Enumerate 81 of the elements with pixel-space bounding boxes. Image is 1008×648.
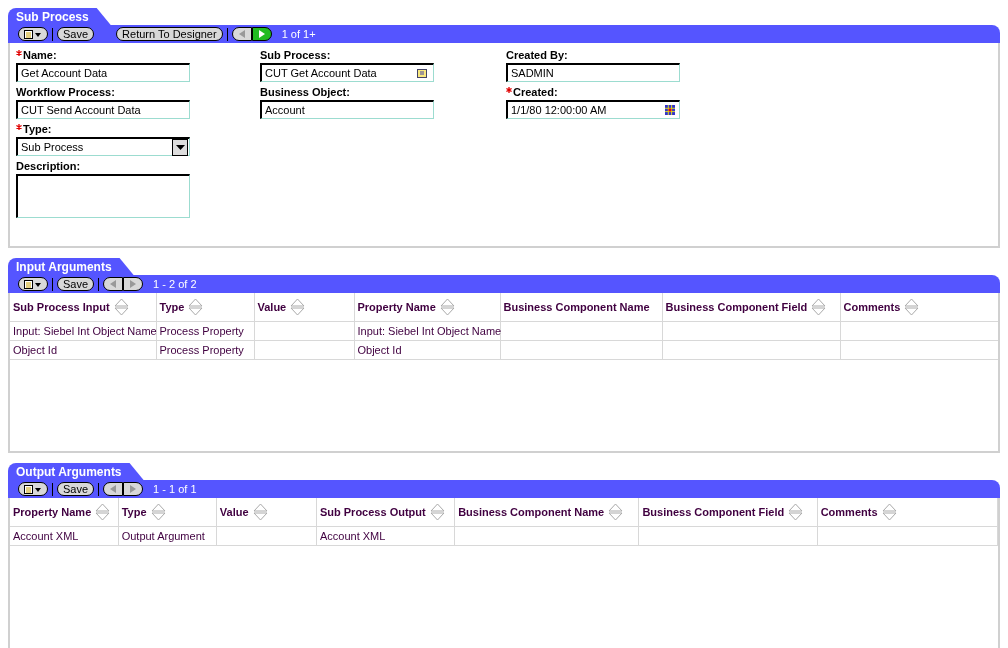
text-field[interactable]: SADMIN <box>506 63 680 82</box>
dropdown-field[interactable]: Sub Process <box>16 137 190 156</box>
section-tab[interactable]: Sub Process <box>8 8 111 25</box>
table-cell: Object Id <box>354 340 500 360</box>
record-count: 1 - 2 of 2 <box>153 278 197 290</box>
sort-icon[interactable] <box>429 503 445 521</box>
text-field[interactable]: Get Account Data <box>16 63 190 82</box>
toolbar-button[interactable]: Save <box>57 27 95 41</box>
calendar-icon[interactable] <box>665 105 675 115</box>
field-label: Sub Process: <box>260 49 331 61</box>
field-label: Type: <box>23 123 52 135</box>
sort-icon[interactable] <box>439 298 455 316</box>
section-tab[interactable]: Output Arguments <box>8 463 144 480</box>
column-header[interactable]: Sub Process Input <box>13 301 110 313</box>
pick-list-icon[interactable] <box>417 68 427 78</box>
sort-icon[interactable] <box>881 503 897 521</box>
sort-icon[interactable] <box>113 298 129 316</box>
left-arrow-icon <box>110 485 117 493</box>
record-count: 1 of 1+ <box>281 28 316 40</box>
section-tab[interactable]: Input Arguments <box>8 258 134 275</box>
column-header[interactable]: Comments <box>820 506 878 518</box>
column-header[interactable]: Value <box>257 301 287 313</box>
sort-icon[interactable] <box>788 503 804 521</box>
column-header[interactable]: Business Component Field <box>665 301 808 313</box>
table-cell: Object Id <box>10 340 156 360</box>
caret-icon <box>175 144 185 150</box>
right-arrow-icon <box>258 30 265 38</box>
left-arrow-icon <box>238 30 245 38</box>
sort-icon[interactable] <box>811 298 827 316</box>
text-field[interactable]: CUT Send Account Data <box>16 100 190 119</box>
column-header[interactable]: Business Component Name <box>503 301 650 313</box>
sort-icon[interactable] <box>904 298 920 316</box>
column-header[interactable]: Business Component Name <box>458 506 605 518</box>
field-label: Name: <box>23 49 57 61</box>
text-field[interactable]: Account <box>260 100 434 119</box>
field-label: Created: <box>513 86 558 98</box>
right-arrow-icon <box>130 485 137 493</box>
field-label: Business Object: <box>260 86 350 98</box>
menu-button[interactable] <box>18 482 48 496</box>
menu-icon <box>24 484 42 494</box>
table-cell: Process Property <box>156 340 254 360</box>
description-field[interactable] <box>16 174 190 218</box>
menu-icon <box>24 279 42 289</box>
sort-icon[interactable] <box>252 503 268 521</box>
toolbar-button[interactable]: Save <box>57 482 95 496</box>
column-header[interactable]: Property Name <box>13 506 92 518</box>
field-label: Description: <box>16 160 81 172</box>
field-label: Created By: <box>506 49 568 61</box>
sort-icon[interactable] <box>608 503 624 521</box>
field-label: Workflow Process: <box>16 86 115 98</box>
sort-icon[interactable] <box>188 298 204 316</box>
toolbar-button[interactable]: Return To Designer <box>116 27 223 41</box>
table-cell: Output Argument <box>118 526 217 546</box>
toolbar-button[interactable]: Save <box>57 277 95 291</box>
column-header[interactable]: Comments <box>843 301 901 313</box>
menu-button[interactable] <box>18 277 48 291</box>
column-header[interactable]: Sub Process Output <box>319 506 426 518</box>
table-cell: Input: Siebel Int Object Name <box>354 321 500 341</box>
column-header[interactable]: Type <box>121 506 147 518</box>
column-header[interactable]: Type <box>159 301 185 313</box>
date-field[interactable]: 1/1/80 12:00:00 AM <box>506 100 680 119</box>
required-asterisk-icon <box>16 124 22 130</box>
next-button[interactable] <box>251 27 272 41</box>
required-asterisk-icon <box>506 87 512 93</box>
sort-icon[interactable] <box>290 298 306 316</box>
column-header[interactable]: Business Component Field <box>642 506 785 518</box>
right-arrow-icon <box>130 280 137 288</box>
left-arrow-icon <box>110 280 117 288</box>
pick-field[interactable]: CUT Get Account Data <box>260 63 434 82</box>
required-asterisk-icon <box>16 50 22 56</box>
sort-icon[interactable] <box>95 503 111 521</box>
table-cell: Input: Siebel Int Object Name <box>10 321 156 341</box>
table-cell: Account XML <box>10 526 119 546</box>
record-count: 1 - 1 of 1 <box>153 483 197 495</box>
menu-button[interactable] <box>18 27 48 41</box>
table-cell: Process Property <box>156 321 254 341</box>
menu-icon <box>24 29 42 39</box>
column-header[interactable]: Value <box>219 506 249 518</box>
column-header[interactable]: Property Name <box>357 301 436 313</box>
sort-icon[interactable] <box>150 503 166 521</box>
table-cell: Account XML <box>316 526 455 546</box>
